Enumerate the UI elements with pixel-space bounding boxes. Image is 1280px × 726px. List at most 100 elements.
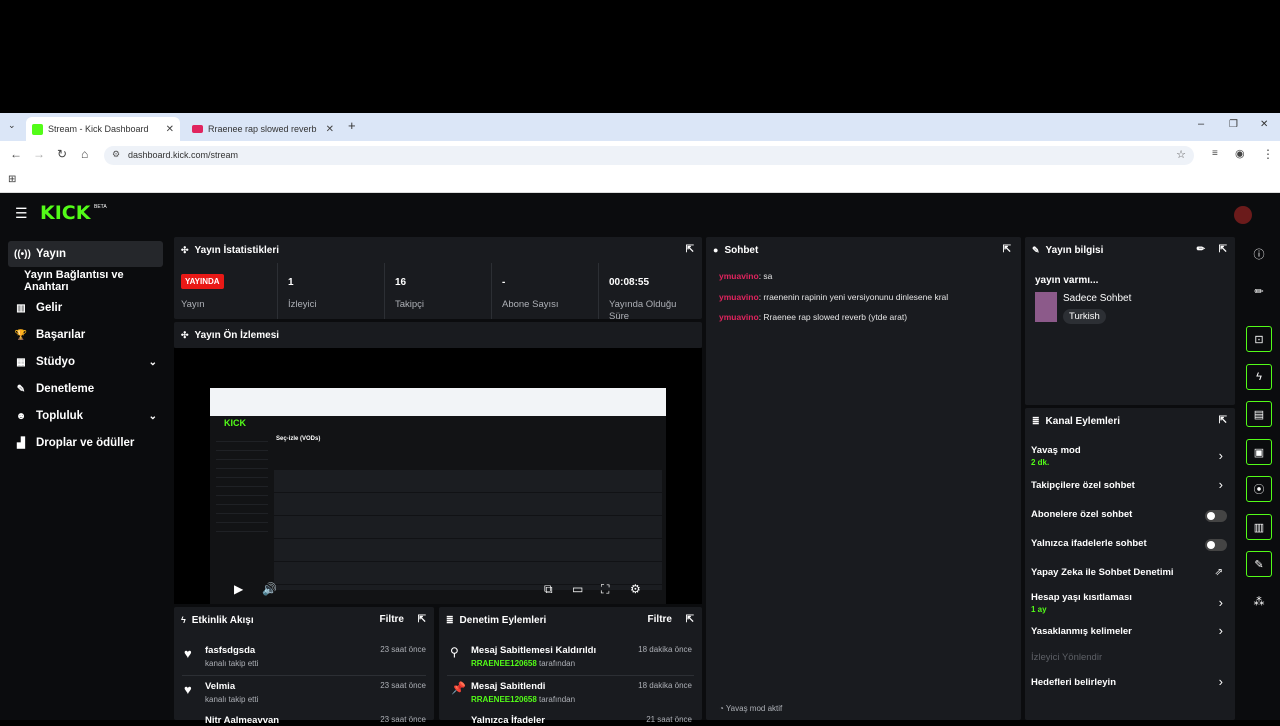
popout-icon[interactable]: ⇱ [1219, 415, 1227, 426]
share-icon[interactable]: ⁂ [1246, 588, 1272, 614]
panel-header: ≣ Kanal Eylemleri ⇱ [1025, 408, 1235, 434]
stat-uptime: 00:08:55 Yayında Olduğu Süre [599, 263, 702, 322]
chat-username[interactable]: ymuavino [719, 292, 759, 302]
category-thumbnail [1035, 292, 1057, 322]
sidebar-item-droplar[interactable]: ▟ Droplar ve ödüller [8, 430, 163, 456]
action-label: Hesap yaşı kısıtlaması [1031, 592, 1132, 603]
panel-header: ● Sohbet ⇱ [706, 237, 1021, 263]
close-tab-icon[interactable]: ✕ [166, 124, 174, 135]
edit-pencil-icon[interactable]: ✏ [1197, 244, 1205, 255]
url-field[interactable]: ⚙ dashboard.kick.com/stream ☆ [104, 146, 1194, 165]
minimize-icon[interactable]: – [1198, 118, 1204, 130]
sidebar-item-studyo[interactable]: ▦ Stüdyo ⌄ [8, 349, 163, 375]
chat-username[interactable]: ymuavino [719, 271, 759, 281]
restore-icon[interactable]: ❐ [1229, 119, 1238, 130]
sidebar-item-denetleme[interactable]: ✎ Denetleme [8, 376, 163, 402]
studio-icon: ▦ [16, 356, 26, 368]
moderation-suffix: tarafından [539, 695, 576, 704]
kick-favicon-icon [32, 123, 43, 135]
gift-icon: ▟ [17, 437, 25, 449]
sidebar-item-label: Başarılar [36, 329, 86, 341]
close-tab-icon[interactable]: ✕ [326, 124, 334, 135]
layout-icon[interactable]: ▥ [1246, 514, 1272, 540]
external-link-icon: ⇗ [1214, 567, 1223, 578]
action-label: Yalnızca ifadelerle sohbet [1031, 538, 1147, 549]
stat-followers: 16 Takipçi [385, 263, 492, 319]
action-slow-mode[interactable]: Yavaş mod 2 dk. › [1031, 445, 1227, 467]
popout-icon[interactable]: ⇱ [1219, 244, 1227, 255]
sidebar-item-basarilar[interactable]: 🏆 Başarılar [8, 322, 163, 348]
broadcast-icon[interactable]: ⦿ [1246, 476, 1272, 502]
chat-username[interactable]: ymuavino [719, 312, 759, 322]
filter-button[interactable]: Filtre [648, 614, 672, 625]
clip-icon[interactable]: ▭ [572, 582, 583, 596]
sidebar-item-stream-key[interactable]: Yayın Bağlantısı ve Anahtarı [8, 268, 168, 294]
browser-tab-kick[interactable]: Stream - Kick Dashboard ✕ [26, 117, 180, 141]
sidebar-item-label: Gelir [36, 302, 63, 314]
browser-tab-youtube[interactable]: Rraenee rap slowed reverb - Yo ✕ [186, 117, 340, 141]
sidebar-item-label: Yayın [36, 248, 67, 260]
kick-logo[interactable]: KICK BETA [40, 202, 110, 226]
preview-browser-chrome [210, 388, 666, 416]
stat-value: 16 [395, 277, 407, 288]
hamburger-menu-icon[interactable]: ☰ [15, 205, 28, 222]
window-close-icon[interactable]: ✕ [1260, 119, 1268, 130]
settings-gear-icon[interactable]: ⚙ [630, 582, 641, 596]
sidebar-item-label: Topluluk [36, 410, 84, 422]
filter-button[interactable]: Filtre [380, 614, 404, 625]
info-icon[interactable]: ⓘ [1246, 241, 1272, 267]
popout-icon[interactable]: ⇱ [686, 614, 694, 625]
site-info-icon[interactable]: ⚙ [112, 149, 120, 160]
broadcast-icon: ((•)) [14, 248, 31, 260]
play-icon[interactable]: ▶ [234, 582, 243, 596]
popout-icon[interactable]: ⇱ [686, 244, 694, 255]
chat-icon[interactable]: ▣ [1246, 439, 1272, 465]
preview-icon: ✣ [181, 329, 189, 340]
wrench-icon[interactable]: ✎ [1246, 551, 1272, 577]
action-ai-moderation[interactable]: Yapay Zeka ile Sohbet Denetimi ⇗ [1031, 567, 1227, 578]
home-icon[interactable]: ⌂ [81, 147, 88, 161]
list-icon: ≣ [1032, 415, 1040, 426]
edit-pencil-icon[interactable]: ✏ [1246, 278, 1272, 304]
chat-text: : rraenenin rapinin yeni versiyonunu din… [758, 292, 949, 302]
browser-menu-icon[interactable]: ⋮ [1262, 147, 1274, 161]
focus-icon[interactable]: ⊡ [1246, 326, 1272, 352]
action-set-goals[interactable]: Hedefleri belirleyin › [1031, 674, 1227, 689]
media-controls-icon[interactable]: ≡ [1212, 148, 1218, 159]
popout-icon[interactable]: ⇱ [418, 614, 426, 625]
lightning-icon[interactable]: ϟ [1246, 364, 1272, 390]
tab-list-icon[interactable]: ⌄ [8, 120, 16, 131]
new-tab-icon[interactable]: + [348, 118, 356, 133]
apps-grid-icon[interactable]: ⊞ [8, 174, 16, 185]
fullscreen-icon[interactable]: ⛶ [601, 582, 609, 597]
sidebar-item-label: Yayın Bağlantısı ve Anahtarı [24, 269, 124, 293]
toggle-switch[interactable] [1205, 510, 1227, 522]
stream-tag[interactable]: Turkish [1063, 309, 1106, 324]
avatar[interactable] [1234, 206, 1252, 224]
stat-value: - [502, 277, 506, 288]
profile-icon[interactable]: ◉ [1235, 147, 1245, 160]
wrench-icon: ✎ [16, 383, 26, 395]
chat-bubble-icon: ● [713, 245, 719, 255]
back-icon[interactable]: ← [10, 147, 22, 161]
pip-icon[interactable]: ⧉ [544, 582, 553, 597]
people-icon: ☻ [15, 410, 27, 422]
action-subscribers-only[interactable]: Abonelere özel sohbet [1031, 509, 1227, 522]
action-sub: 1 ay [1031, 605, 1047, 614]
sidebar-item-gelir[interactable]: ▥ Gelir [8, 295, 163, 321]
bookmark-star-icon[interactable]: ☆ [1176, 148, 1186, 161]
popout-icon[interactable]: ⇱ [1003, 244, 1011, 255]
toggle-switch[interactable] [1205, 539, 1227, 551]
action-emotes-only[interactable]: Yalnızca ifadelerle sohbet [1031, 538, 1227, 551]
reload-icon[interactable]: ↻ [57, 147, 67, 161]
sidebar-item-yayin[interactable]: ((•)) Yayın [8, 241, 163, 267]
sidebar-item-topluluk[interactable]: ☻ Topluluk ⌄ [8, 403, 163, 429]
action-account-age[interactable]: Hesap yaşı kısıtlaması 1 ay › [1031, 592, 1227, 614]
stream-preview-player[interactable]: KICK Seç-izle (VODs) ▶ 🔊 ⧉ ▭ ⛶ ⚙ [174, 348, 702, 604]
trophy-icon: 🏆 [14, 329, 28, 341]
action-followers-only[interactable]: Takipçilere özel sohbet › [1031, 477, 1227, 492]
forward-icon[interactable]: → [33, 147, 45, 161]
volume-icon[interactable]: 🔊 [262, 582, 277, 596]
action-banned-words[interactable]: Yasaklanmış kelimeler › [1031, 623, 1227, 638]
document-icon[interactable]: ▤ [1246, 401, 1272, 427]
